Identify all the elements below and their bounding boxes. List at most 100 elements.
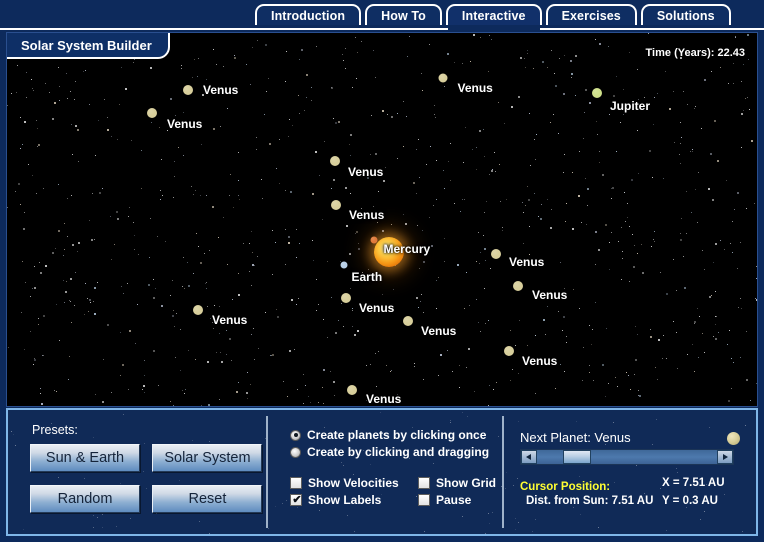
planet-earth[interactable] bbox=[340, 261, 348, 269]
planet-venus[interactable] bbox=[147, 108, 157, 118]
star bbox=[435, 117, 436, 118]
planet-venus[interactable] bbox=[183, 85, 193, 95]
create-mode-click-once-label: Create planets by clicking once bbox=[307, 428, 487, 442]
star bbox=[462, 199, 463, 200]
tab-introduction[interactable]: Introduction bbox=[255, 4, 362, 25]
toggle-show-grid[interactable]: Show Grid bbox=[418, 476, 496, 490]
star bbox=[54, 390, 55, 391]
star bbox=[33, 90, 34, 91]
planet-label: Venus bbox=[349, 208, 385, 222]
star bbox=[423, 379, 424, 380]
star bbox=[350, 155, 351, 156]
reset-button[interactable]: Reset bbox=[152, 485, 263, 513]
star bbox=[530, 165, 531, 166]
planet-venus[interactable] bbox=[491, 249, 501, 259]
create-mode-click-once[interactable]: Create planets by clicking once bbox=[290, 428, 496, 442]
star bbox=[480, 37, 481, 38]
star bbox=[8, 347, 9, 348]
sun-and-earth-button[interactable]: Sun & Earth bbox=[30, 444, 140, 472]
planet-venus[interactable] bbox=[403, 316, 413, 326]
checkbox-pause-icon[interactable] bbox=[418, 494, 430, 506]
tab-interactive[interactable]: Interactive bbox=[445, 4, 542, 25]
star bbox=[527, 53, 528, 54]
star bbox=[715, 243, 717, 245]
tab-solutions[interactable]: Solutions bbox=[640, 4, 731, 25]
planet-venus[interactable] bbox=[438, 73, 448, 83]
star bbox=[403, 101, 404, 102]
simulation-canvas[interactable]: Venus Venus Jupiter Venus Venus Venus Venus Ven… bbox=[6, 32, 758, 407]
star bbox=[609, 269, 610, 270]
star bbox=[342, 54, 343, 55]
star bbox=[239, 199, 240, 200]
star bbox=[72, 244, 74, 246]
checkbox-show-labels-icon[interactable] bbox=[290, 493, 303, 507]
planet-venus[interactable] bbox=[331, 200, 341, 210]
star bbox=[327, 337, 328, 338]
star bbox=[704, 79, 706, 81]
star bbox=[133, 62, 134, 63]
radio-click-once-icon[interactable] bbox=[290, 429, 301, 441]
star bbox=[483, 235, 484, 236]
star bbox=[59, 340, 60, 341]
star bbox=[749, 109, 750, 110]
star bbox=[229, 195, 230, 196]
star bbox=[480, 252, 481, 253]
star bbox=[489, 385, 490, 386]
scrollbar-right-arrow-icon[interactable] bbox=[717, 450, 733, 464]
star bbox=[585, 178, 586, 179]
star bbox=[436, 280, 437, 281]
star bbox=[418, 139, 419, 140]
star bbox=[464, 308, 465, 309]
star bbox=[740, 242, 741, 243]
scrollbar-left-arrow-icon[interactable] bbox=[521, 450, 537, 464]
toggle-pause[interactable]: Pause bbox=[418, 493, 471, 507]
star bbox=[188, 285, 190, 287]
toggle-show-velocities[interactable]: Show Velocities bbox=[290, 476, 410, 490]
star bbox=[43, 315, 45, 317]
tab-bar: Introduction How To Interactive Exercises So… bbox=[0, 0, 764, 30]
star bbox=[97, 282, 98, 283]
planet-mercury[interactable] bbox=[370, 236, 378, 244]
cursor-position-heading: Cursor Position: bbox=[520, 481, 611, 493]
star bbox=[629, 226, 630, 227]
random-button[interactable]: Random bbox=[30, 485, 140, 513]
tab-exercises[interactable]: Exercises bbox=[545, 4, 637, 25]
next-planet-scrollbar[interactable] bbox=[520, 449, 734, 465]
star bbox=[107, 117, 108, 118]
planet-venus[interactable] bbox=[504, 346, 514, 356]
planet-venus[interactable] bbox=[330, 156, 340, 166]
star bbox=[216, 352, 217, 353]
checkbox-show-grid-icon[interactable] bbox=[418, 477, 430, 489]
star bbox=[377, 222, 378, 223]
toggle-show-labels[interactable]: Show Labels bbox=[290, 493, 410, 507]
options-section: Create planets by clicking once Create b… bbox=[290, 428, 496, 510]
star bbox=[732, 252, 733, 253]
tab-how-to[interactable]: How To bbox=[365, 4, 442, 25]
panel-star bbox=[498, 436, 499, 437]
star bbox=[735, 36, 736, 37]
planet-venus[interactable] bbox=[193, 305, 203, 315]
star bbox=[422, 90, 423, 91]
checkbox-show-velocities-icon[interactable] bbox=[290, 477, 302, 489]
planet-venus[interactable] bbox=[347, 385, 357, 395]
star bbox=[338, 320, 339, 321]
star bbox=[74, 305, 75, 306]
star bbox=[227, 108, 228, 109]
planet-venus[interactable] bbox=[513, 281, 523, 291]
star bbox=[478, 232, 479, 233]
radio-click-drag-icon[interactable] bbox=[290, 446, 301, 458]
star bbox=[572, 228, 574, 230]
star bbox=[714, 120, 716, 122]
scrollbar-thumb[interactable] bbox=[562, 450, 591, 464]
star bbox=[444, 188, 445, 189]
create-mode-click-drag[interactable]: Create by clicking and dragging bbox=[290, 445, 496, 459]
star bbox=[419, 268, 420, 269]
star bbox=[40, 388, 41, 389]
star bbox=[87, 298, 88, 299]
solar-system-button[interactable]: Solar System bbox=[152, 444, 263, 472]
planet-jupiter[interactable] bbox=[592, 88, 602, 98]
planet-venus[interactable] bbox=[341, 293, 351, 303]
star bbox=[232, 299, 233, 300]
star bbox=[756, 383, 757, 384]
star bbox=[496, 382, 497, 383]
